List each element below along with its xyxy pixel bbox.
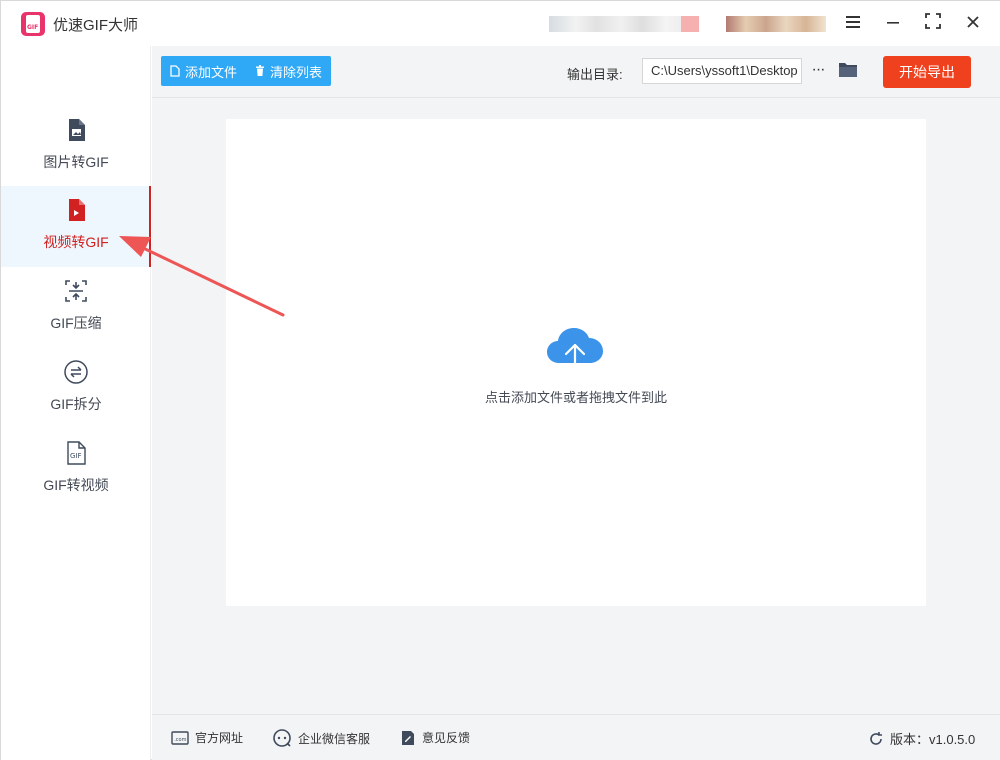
title-bar: GIF 优速GIF大师 <box>1 1 1000 46</box>
feedback-label: 意见反馈 <box>422 731 471 745</box>
sidebar-item-image-to-gif[interactable]: 图片转GIF <box>1 106 151 187</box>
sidebar: 图片转GIF 视频转GIF GIF压缩 GIF拆分 GIF GIF转视频 <box>1 46 151 760</box>
toolbar: 添加文件 清除列表 输出目录: C:\Users\yssoft1\Desktop… <box>152 46 1000 98</box>
cloud-upload-icon <box>547 328 603 375</box>
app-title: 优速GIF大师 <box>53 17 138 34</box>
start-export-button[interactable]: 开始导出 <box>883 56 971 88</box>
sidebar-item-gif-split[interactable]: GIF拆分 <box>1 348 151 429</box>
minimize-icon[interactable] <box>879 10 907 36</box>
sidebar-item-video-to-gif[interactable]: 视频转GIF <box>1 186 151 267</box>
svg-text:.com: .com <box>174 737 186 743</box>
browse-more-button[interactable]: ··· <box>808 58 828 84</box>
split-icon <box>63 359 89 385</box>
file-button-group: 添加文件 清除列表 <box>161 56 332 86</box>
main-panel: 添加文件 清除列表 输出目录: C:\Users\yssoft1\Desktop… <box>152 46 1000 714</box>
sidebar-item-label: 视频转GIF <box>43 234 109 250</box>
add-file-label: 添加文件 <box>185 64 238 80</box>
refresh-icon[interactable] <box>868 731 884 747</box>
sidebar-item-label: GIF拆分 <box>50 396 102 412</box>
folder-icon[interactable] <box>838 61 858 79</box>
svg-text:GIF: GIF <box>70 452 82 460</box>
chat-icon <box>273 729 291 747</box>
feedback-icon <box>402 730 414 745</box>
version-info: 版本：v1.0.5.0 <box>868 729 975 748</box>
sidebar-item-gif-to-video[interactable]: GIF GIF转视频 <box>1 429 151 510</box>
app-logo-icon: GIF <box>21 12 45 36</box>
gif-file-icon: GIF <box>63 440 89 466</box>
image-file-icon <box>63 117 89 143</box>
menu-icon[interactable] <box>839 10 867 36</box>
clear-list-button[interactable]: 清除列表 <box>246 56 331 86</box>
sidebar-item-label: 图片转GIF <box>43 154 109 170</box>
version-label: 版本：v1.0.5.0 <box>890 732 976 747</box>
add-file-button[interactable]: 添加文件 <box>161 56 246 86</box>
clear-list-label: 清除列表 <box>270 64 323 80</box>
file-drop-zone[interactable]: 点击添加文件或者拖拽文件到此 <box>226 119 926 606</box>
maximize-icon[interactable] <box>919 10 947 36</box>
website-icon: .com <box>171 730 189 745</box>
trash-icon <box>256 65 265 76</box>
output-dir-label: 输出目录: <box>567 67 623 82</box>
drop-zone-hint: 点击添加文件或者拖拽文件到此 <box>484 390 667 405</box>
sidebar-item-label: GIF压缩 <box>50 315 102 331</box>
official-website-link[interactable]: .com 官方网址 <box>171 729 243 746</box>
app-window: GIF 优速GIF大师 图片转GIF 视频转GIF GIF压缩 GIF拆分 GI… <box>0 0 1000 760</box>
footer: .com 官方网址 企业微信客服 意见反馈 版本：v1.0.5.0 <box>152 714 1000 760</box>
sidebar-item-label: GIF转视频 <box>43 477 109 493</box>
file-icon <box>170 65 180 77</box>
account-badge-blurred <box>681 16 699 32</box>
wechat-service-link[interactable]: 企业微信客服 <box>272 729 370 747</box>
compress-icon <box>63 278 89 304</box>
official-website-label: 官方网址 <box>195 731 244 745</box>
account-info-blurred <box>549 16 699 32</box>
user-avatar-blurred[interactable] <box>726 16 826 32</box>
sidebar-item-gif-compress[interactable]: GIF压缩 <box>1 267 151 348</box>
video-file-icon <box>63 197 89 223</box>
close-icon[interactable] <box>959 10 987 36</box>
output-dir-field[interactable]: C:\Users\yssoft1\Desktop <box>642 58 802 84</box>
wechat-service-label: 企业微信客服 <box>298 731 371 746</box>
feedback-link[interactable]: 意见反馈 <box>400 729 470 746</box>
